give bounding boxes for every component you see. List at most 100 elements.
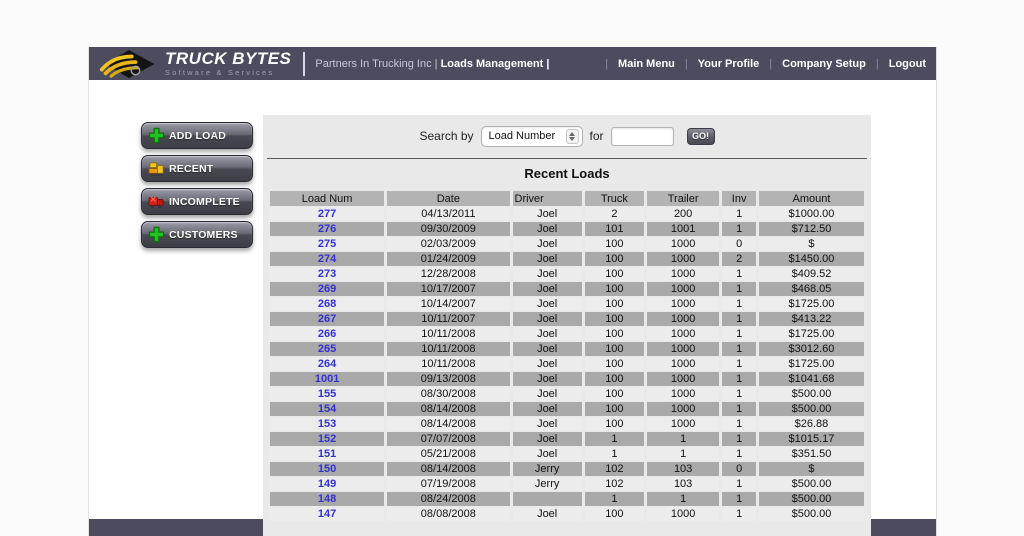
cell-trailer: 103 (647, 462, 719, 476)
cell-trailer: 1 (647, 492, 719, 506)
cell-date: 04/13/2011 (387, 207, 509, 221)
cell-inv: 1 (722, 222, 756, 236)
cell-trailer: 1000 (647, 282, 719, 296)
cell-load: 148 (270, 492, 384, 506)
go-button[interactable]: GO! (687, 128, 715, 145)
cell-inv: 1 (722, 312, 756, 326)
load-number-link[interactable]: 1001 (315, 373, 339, 385)
incomplete-loads-button[interactable]: INCOMPLETE (141, 188, 253, 215)
load-number-link[interactable]: 266 (318, 328, 336, 340)
load-row-274: 27401/24/2009Joel10010002$1450.00 (270, 252, 864, 266)
cell-date: 09/13/2008 (387, 372, 509, 386)
cell-load: 274 (270, 252, 384, 266)
load-number-link[interactable]: 273 (318, 268, 336, 280)
panel-divider (267, 158, 867, 159)
search-by-label: Search by (419, 129, 473, 143)
cell-amount: $500.00 (759, 477, 864, 491)
cell-inv: 0 (722, 462, 756, 476)
cell-amount: $413.22 (759, 312, 864, 326)
cell-inv: 1 (722, 357, 756, 371)
recent-loads-table: Load NumDateDriverTruckTrailerInvAmount … (267, 190, 867, 522)
cell-load: 153 (270, 417, 384, 431)
load-number-link[interactable]: 277 (318, 208, 336, 220)
recent-loads-button[interactable]: RECENT (141, 155, 253, 182)
load-number-link[interactable]: 150 (318, 463, 336, 475)
column-header-trailer: Trailer (647, 191, 719, 206)
load-row-150: 15008/14/2008Jerry1021030$ (270, 462, 864, 476)
load-number-link[interactable]: 155 (318, 388, 336, 400)
load-row-147: 14708/08/2008Joel10010001$500.00 (270, 507, 864, 521)
load-number-link[interactable]: 149 (318, 478, 336, 490)
cell-date: 08/14/2008 (387, 417, 509, 431)
load-number-link[interactable]: 269 (318, 283, 336, 295)
load-row-151: 15105/21/2008Joel111$351.50 (270, 447, 864, 461)
cell-inv: 1 (722, 507, 756, 521)
cell-amount: $500.00 (759, 507, 864, 521)
sidebar-button-label: INCOMPLETE (169, 196, 240, 208)
load-number-link[interactable]: 154 (318, 403, 336, 415)
search-field-select[interactable]: Load Number (481, 126, 583, 147)
load-number-link[interactable]: 147 (318, 508, 336, 520)
brand-subtitle: Software & Services (165, 69, 291, 77)
load-number-link[interactable]: 264 (318, 358, 336, 370)
load-number-link[interactable]: 153 (318, 418, 336, 430)
load-number-link[interactable]: 268 (318, 298, 336, 310)
cell-inv: 1 (722, 327, 756, 341)
cell-trailer: 103 (647, 477, 719, 491)
cell-date: 01/24/2009 (387, 252, 509, 266)
customers-button[interactable]: CUSTOMERS (141, 221, 253, 248)
load-number-link[interactable]: 152 (318, 433, 336, 445)
cell-date: 08/14/2008 (387, 402, 509, 416)
cell-inv: 1 (722, 402, 756, 416)
cell-amount: $1725.00 (759, 357, 864, 371)
cell-date: 08/08/2008 (387, 507, 509, 521)
cell-load: 1001 (270, 372, 384, 386)
cell-truck: 100 (585, 417, 644, 431)
cell-driver: Joel (513, 297, 582, 311)
load-number-link[interactable]: 275 (318, 238, 336, 250)
nav-item-your-profile[interactable]: Your Profile (698, 58, 760, 70)
select-stepper-icon (566, 129, 579, 144)
cell-date: 10/11/2008 (387, 357, 509, 371)
sidebar-button-label: ADD LOAD (169, 130, 226, 142)
load-number-link[interactable]: 274 (318, 253, 336, 265)
nav-item-main-menu[interactable]: Main Menu (618, 58, 675, 70)
cell-load: 276 (270, 222, 384, 236)
loads-panel: Search by Load Number for GO! Recent Loa… (263, 115, 871, 536)
plus-icon (148, 226, 165, 243)
nav-pipe: | (876, 58, 879, 70)
cell-date: 10/11/2008 (387, 342, 509, 356)
search-input[interactable] (611, 127, 674, 146)
cell-trailer: 1 (647, 432, 719, 446)
load-row-273: 27312/28/2008Joel10010001$409.52 (270, 267, 864, 281)
cell-truck: 100 (585, 312, 644, 326)
cell-date: 08/30/2008 (387, 387, 509, 401)
cell-trailer: 1000 (647, 297, 719, 311)
cell-amount: $500.00 (759, 387, 864, 401)
cell-truck: 101 (585, 222, 644, 236)
cell-date: 10/11/2008 (387, 327, 509, 341)
cell-load: 151 (270, 447, 384, 461)
load-number-link[interactable]: 151 (318, 448, 336, 460)
top-header-bar: TRUCK BYTES Software & Services Partners… (89, 47, 936, 80)
cell-date: 10/17/2007 (387, 282, 509, 296)
cell-truck: 1 (585, 492, 644, 506)
cell-inv: 1 (722, 432, 756, 446)
cell-amount: $1041.68 (759, 372, 864, 386)
nav-item-logout[interactable]: Logout (889, 58, 926, 70)
cell-load: 154 (270, 402, 384, 416)
load-number-link[interactable]: 276 (318, 223, 336, 235)
add-load-button[interactable]: ADD LOAD (141, 122, 253, 149)
load-number-link[interactable]: 265 (318, 343, 336, 355)
nav-item-company-setup[interactable]: Company Setup (782, 58, 866, 70)
cell-truck: 100 (585, 342, 644, 356)
cell-amount: $26.88 (759, 417, 864, 431)
load-number-link[interactable]: 148 (318, 493, 336, 505)
plus-icon (148, 127, 165, 144)
cell-load: 149 (270, 477, 384, 491)
breadcrumb: Partners In Trucking Inc | Loads Managem… (315, 58, 549, 70)
cell-load: 264 (270, 357, 384, 371)
brand-logo: TRUCK BYTES Software & Services (99, 49, 291, 79)
load-row-275: 27502/03/2009Joel10010000$ (270, 237, 864, 251)
load-number-link[interactable]: 267 (318, 313, 336, 325)
